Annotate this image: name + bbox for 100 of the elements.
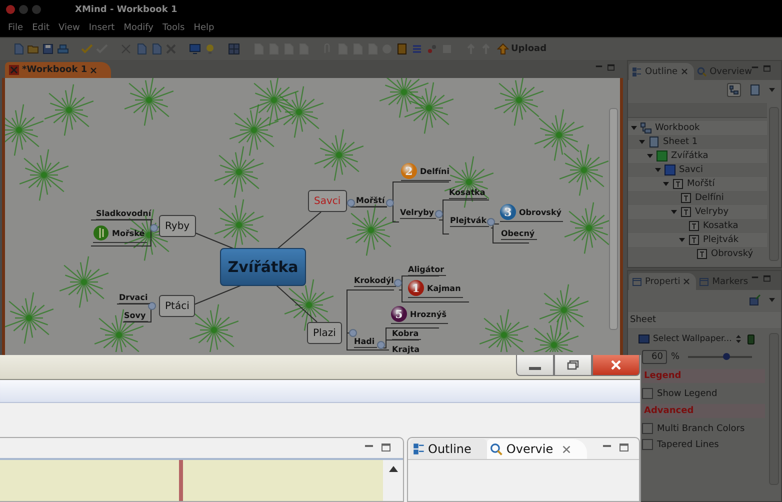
checkbox[interactable] [642,439,653,450]
restore-button[interactable] [554,355,592,376]
subtopic[interactable]: Aligátor [408,265,446,276]
maximize-icon[interactable] [763,275,771,282]
tree-item[interactable]: Delfíni [695,193,724,203]
maximize-icon[interactable] [763,65,771,72]
check-icon[interactable] [81,43,93,55]
collapse-icon[interactable] [347,199,355,207]
collapse-icon[interactable] [386,199,394,207]
expanded-triangle-icon[interactable] [631,125,637,131]
subtopic[interactable]: Sladkovodní [96,209,154,220]
menu-item[interactable]: Modify [124,23,154,33]
connector-line [276,212,322,250]
tree-item[interactable]: Velryby [695,207,729,217]
tree-item[interactable]: Sheet 1 [663,137,698,147]
subtopic[interactable]: Krokodýl [354,276,396,287]
view-menu-icon[interactable] [769,297,775,303]
close-icon[interactable] [562,444,572,454]
page-icon[interactable] [150,43,162,55]
collapse-icon[interactable] [487,218,495,226]
close-icon[interactable] [683,278,690,285]
up-arrow-icon [497,43,509,55]
checkbox-label[interactable]: Multi Branch Colors [657,424,745,434]
wallpaper-select[interactable]: Select Wallpaper... [653,334,732,344]
expanded-triangle-icon[interactable] [639,139,645,145]
main-topic[interactable]: Ryby [159,215,196,237]
spinner-icon[interactable] [734,333,742,345]
minimize-icon [529,367,541,370]
page-icon[interactable] [12,43,24,55]
collapse-icon[interactable] [148,302,156,310]
tree-item[interactable]: Obrovský [711,249,754,259]
subtopic[interactable]: Obecný [501,229,537,240]
subtopic[interactable]: Hadi [354,337,377,348]
panel-tab[interactable]: Properti [629,273,696,290]
maximize-button[interactable] [32,5,41,14]
scroll-up-icon[interactable] [388,466,398,472]
subtopic[interactable]: Drvaci [119,293,150,304]
maximize-icon[interactable] [619,443,629,452]
close-button[interactable] [592,355,640,376]
collapse-icon[interactable] [150,224,158,232]
menu-item[interactable]: Insert [88,23,115,33]
expanded-triangle-icon[interactable] [679,237,685,243]
page-icon[interactable] [135,43,147,55]
maximize-icon[interactable] [607,64,615,71]
expanded-triangle-icon[interactable] [663,181,669,187]
subtopic[interactable]: Sovy [124,311,148,322]
collapse-icon[interactable] [435,210,443,218]
menu-item[interactable]: Edit [32,23,50,33]
minimize-button[interactable] [516,355,554,376]
menu-item[interactable]: File [8,23,24,33]
checkbox[interactable] [642,388,653,399]
collapse-icon[interactable] [377,341,385,349]
editor-tab[interactable]: *Workbook 1 [5,62,112,78]
maximize-icon[interactable] [381,443,391,452]
list-icon[interactable] [411,43,423,55]
close-icon[interactable] [90,66,98,74]
expanded-triangle-icon[interactable] [647,153,653,159]
central-topic[interactable]: Zvířátka [220,248,306,286]
checkbox-label[interactable]: Show Legend [657,388,718,398]
main-topic[interactable]: Savci [308,190,347,212]
tree-item[interactable]: Plejtvák [703,235,739,245]
tree-item[interactable]: Zvířátka [671,151,708,161]
menu-item[interactable]: View [58,23,80,33]
outline-icon [413,443,425,455]
main-topic[interactable]: Plazi [307,322,342,344]
opacity-field[interactable]: 60 [642,350,667,364]
bulb-icon[interactable] [204,43,216,55]
checkbox[interactable] [642,423,653,434]
panel-tab[interactable]: Overvie [487,439,588,459]
tree-item[interactable]: Mořští [687,179,715,189]
main-topic-icon [664,164,676,176]
panel-tab[interactable]: Outline [629,63,694,80]
checkbox-label[interactable]: Tapered Lines [657,440,719,450]
subtopic[interactable]: Velryby [400,208,436,219]
expanded-triangle-icon[interactable] [655,167,661,173]
sheet-icon[interactable] [749,84,761,96]
close-icon[interactable] [680,68,688,75]
subtopic[interactable]: Kobra [392,329,421,340]
expanded-triangle-icon[interactable] [671,209,677,215]
folder-icon[interactable] [27,43,39,55]
main-topic[interactable]: Ptáci [159,295,196,317]
grid-icon[interactable] [228,43,240,55]
monitor-icon[interactable] [189,43,201,55]
subtopic[interactable]: Mořské [93,225,147,243]
restore-icon [566,360,580,370]
scrollbar[interactable] [609,108,618,330]
slider-thumb[interactable] [722,353,730,360]
menu-item[interactable]: Help [194,23,214,33]
tree-item[interactable]: Savci [679,165,704,175]
topic-icon [696,248,708,260]
view-menu-icon[interactable] [769,87,775,93]
panel-tab[interactable]: Outline [410,439,488,459]
subtopic[interactable]: Plejtvák [450,216,489,227]
tree-view-icon[interactable] [727,83,741,97]
close-button[interactable] [6,5,15,14]
tree-item[interactable]: Kosatka [703,221,738,231]
collapse-icon[interactable] [394,279,402,287]
menu-item[interactable]: Tools [162,23,185,33]
unit-label: % [671,352,680,362]
subtopic[interactable]: Mořští [356,196,387,207]
